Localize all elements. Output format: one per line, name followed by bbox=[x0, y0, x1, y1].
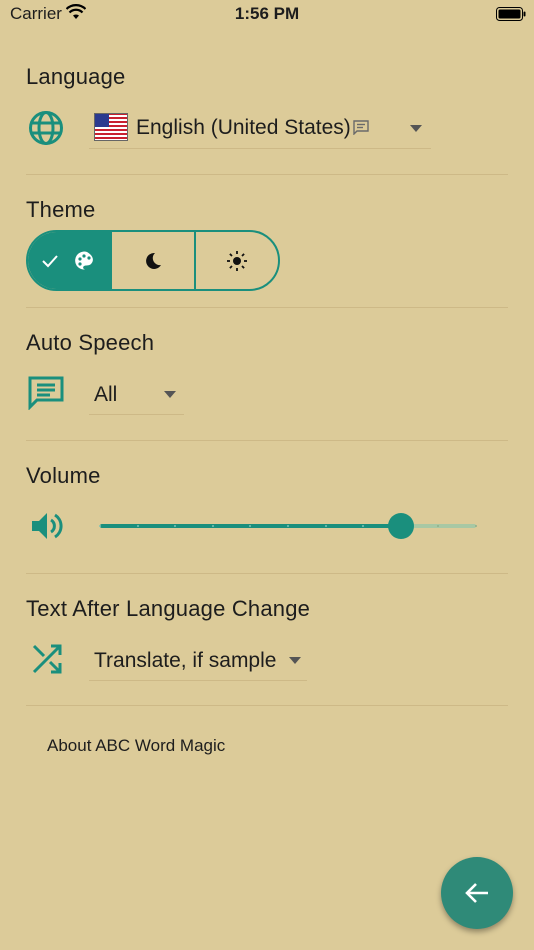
chevron-down-icon bbox=[410, 125, 422, 132]
theme-title: Theme bbox=[26, 197, 96, 222]
language-title: Language bbox=[26, 64, 126, 89]
moon-icon bbox=[146, 252, 161, 269]
arrow-left-icon bbox=[465, 883, 488, 903]
auto-speech-dropdown[interactable]: All bbox=[89, 374, 184, 415]
sun-icon bbox=[227, 250, 247, 271]
volume-title: Volume bbox=[26, 463, 101, 488]
language-value: English (United States) bbox=[136, 116, 351, 139]
volume-slider-tick bbox=[211, 525, 214, 527]
volume-icon bbox=[30, 510, 64, 547]
palette-icon bbox=[75, 251, 93, 270]
volume-slider-tick bbox=[324, 525, 327, 527]
divider bbox=[26, 307, 508, 308]
divider bbox=[26, 573, 508, 574]
us-flag-icon bbox=[94, 113, 128, 146]
auto-speech-title: Auto Speech bbox=[26, 330, 155, 355]
globe-icon bbox=[28, 110, 64, 151]
volume-slider-thumb[interactable] bbox=[387, 513, 414, 539]
divider bbox=[26, 174, 508, 175]
check-icon bbox=[42, 254, 58, 267]
shuffle-icon bbox=[31, 643, 63, 680]
theme-toggle bbox=[26, 230, 280, 291]
volume-slider-tick bbox=[437, 525, 440, 527]
volume-slider[interactable] bbox=[99, 513, 477, 539]
theme-option-palette[interactable] bbox=[28, 232, 110, 289]
message-text-icon bbox=[353, 120, 369, 140]
battery-icon bbox=[496, 6, 526, 26]
volume-slider-tick bbox=[99, 525, 101, 527]
chevron-down-icon bbox=[289, 657, 301, 664]
chevron-down-icon bbox=[164, 391, 176, 398]
volume-slider-tick bbox=[475, 525, 477, 527]
status-bar: Carrier 1:56 PM bbox=[0, 0, 534, 28]
about-link[interactable]: About ABC Word Magic bbox=[47, 736, 225, 756]
status-time: 1:56 PM bbox=[234, 4, 300, 23]
text-after-language-change-value: Translate, if sample bbox=[94, 649, 277, 672]
auto-speech-value: All bbox=[94, 383, 118, 406]
volume-slider-tick bbox=[287, 525, 289, 527]
back-button[interactable] bbox=[441, 857, 513, 929]
volume-slider-tick bbox=[136, 525, 139, 527]
language-dropdown[interactable]: English (United States) bbox=[89, 108, 431, 149]
divider bbox=[26, 705, 508, 706]
theme-option-dark[interactable] bbox=[110, 232, 194, 289]
text-after-language-change-title: Text After Language Change bbox=[26, 596, 311, 621]
divider bbox=[26, 440, 508, 441]
text-after-language-change-dropdown[interactable]: Translate, if sample bbox=[89, 640, 307, 681]
speech-list-icon bbox=[28, 376, 64, 415]
theme-option-light[interactable] bbox=[194, 232, 278, 289]
